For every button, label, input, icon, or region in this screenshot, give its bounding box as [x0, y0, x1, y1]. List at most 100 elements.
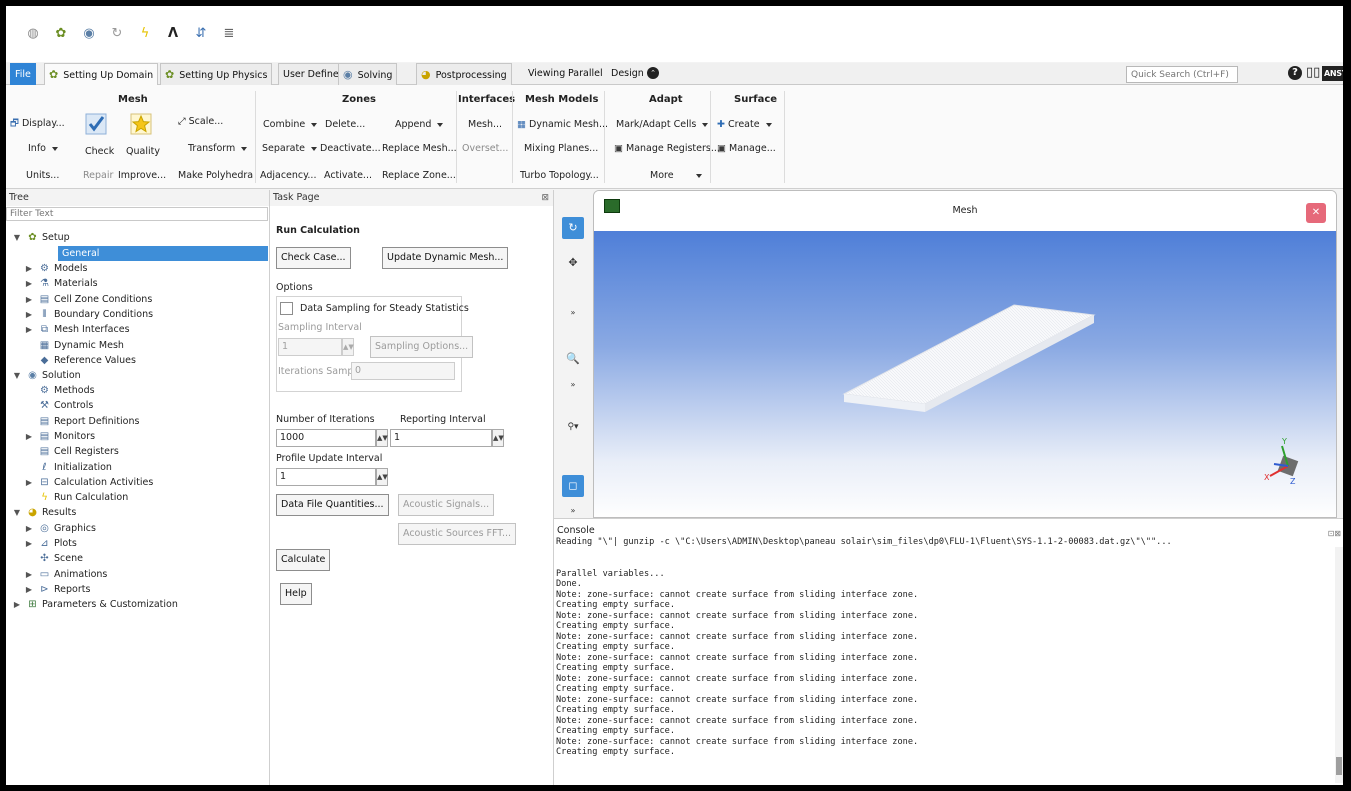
solution-icon[interactable]: ◉	[82, 27, 96, 41]
expand-icon[interactable]: ▶	[12, 597, 22, 612]
tree-item[interactable]: ▶ ⦀ Boundary Conditions	[24, 307, 153, 322]
improve-button[interactable]: Improve...	[118, 170, 166, 181]
chevron-down-icon[interactable]: »	[562, 374, 584, 396]
transform-button[interactable]: Transform	[188, 143, 253, 154]
tab-setting-up-physics[interactable]: ✿ Setting Up Physics	[160, 63, 273, 85]
chevron-down-icon[interactable]: »	[562, 302, 584, 324]
overset-button[interactable]: Overset...	[462, 143, 508, 154]
tree-item[interactable]: ϟ Run Calculation	[24, 490, 128, 505]
ribbon-collapse-icon[interactable]: ⌃	[647, 67, 659, 79]
profile-update-interval-input[interactable]: 1	[276, 468, 376, 486]
refresh-icon[interactable]: ↻	[110, 27, 124, 41]
tree-item[interactable]: ▶ ⊞ Parameters & Customization	[12, 597, 178, 612]
data-file-quantities-button[interactable]: Data File Quantities...	[276, 494, 389, 516]
parallel-icon[interactable]: ≣	[222, 27, 236, 41]
close-icon[interactable]: ✕	[1306, 203, 1326, 223]
console-output[interactable]: Reading "\"| gunzip -c \"C:\Users\ADMIN\…	[556, 537, 1326, 758]
tree-item[interactable]: ▶ ⚗ Materials	[24, 276, 98, 291]
append-button[interactable]: Append	[395, 119, 449, 130]
dynamic-mesh-button[interactable]: ▦ Dynamic Mesh...	[517, 119, 608, 130]
console-scrollbar[interactable]	[1335, 547, 1343, 783]
tab-file[interactable]: File	[10, 63, 36, 85]
expand-icon[interactable]: ▶	[24, 292, 34, 307]
tree-item[interactable]: ▶ ▭ Animations	[24, 567, 107, 582]
tree-item[interactable]: ▼ ◕ Results	[12, 505, 76, 520]
tree-item[interactable]: ▶ ▤ Cell Zone Conditions	[24, 292, 152, 307]
sampling-options-button[interactable]: Sampling Options...	[370, 336, 474, 358]
tree-item[interactable]: ▶ ⊿ Plots	[24, 536, 77, 551]
tree-item[interactable]: ▶ ⚙ Models	[24, 261, 88, 276]
expand-icon[interactable]: ▶	[24, 536, 34, 551]
expand-icon[interactable]: ▶	[24, 521, 34, 536]
collapse-icon[interactable]: ▼	[12, 368, 22, 383]
acoustic-sources-fft-button[interactable]: Acoustic Sources FFT...	[398, 523, 517, 545]
tree-item[interactable]: General	[58, 246, 268, 261]
setup-icon[interactable]: ✿	[54, 27, 68, 41]
tab-design[interactable]: Design	[607, 63, 648, 85]
help-button[interactable]: Help	[280, 583, 312, 605]
turbo-topology-button[interactable]: Turbo Topology...	[520, 170, 599, 181]
replace-zone-button[interactable]: Replace Zone...	[382, 170, 456, 181]
number-of-iterations-input[interactable]: 1000	[276, 429, 376, 447]
case-icon[interactable]: ◍	[26, 27, 40, 41]
update-dynamic-mesh-button[interactable]: Update Dynamic Mesh...	[382, 247, 509, 269]
replace-mesh-button[interactable]: Replace Mesh...	[382, 143, 457, 154]
probe-icon[interactable]: ⚲▾	[562, 416, 584, 438]
profile-update-spinner[interactable]: ▲▼	[376, 468, 388, 486]
zoom-icon[interactable]: 🔍	[562, 348, 584, 370]
sampling-interval-spinner[interactable]: ▲▼	[342, 338, 354, 356]
expand-icon[interactable]: ▶	[24, 261, 34, 276]
tree-item[interactable]: ▶ ▤ Monitors	[24, 429, 95, 444]
console-window-icons[interactable]: ⊡⊠	[1328, 529, 1341, 538]
reporting-interval-spinner[interactable]: ▲▼	[492, 429, 504, 447]
tree-item[interactable]: ℓ Initialization	[24, 460, 112, 475]
iterations-spinner[interactable]: ▲▼	[376, 429, 388, 447]
separate-button[interactable]: Separate	[262, 143, 323, 154]
collapse-icon[interactable]: ▼	[12, 230, 22, 245]
acoustic-signals-button[interactable]: Acoustic Signals...	[398, 494, 495, 516]
adjacency-button[interactable]: Adjacency...	[260, 170, 316, 181]
tab-setting-up-domain[interactable]: ✿ Setting Up Domain	[44, 63, 159, 85]
combine-button[interactable]: Combine	[263, 119, 323, 130]
tree-item[interactable]: ▼ ✿ Setup	[12, 230, 70, 245]
tree-item[interactable]: ▶ ⊟ Calculation Activities	[24, 475, 153, 490]
ansys-a-icon[interactable]: Λ	[166, 27, 180, 41]
expand-icon[interactable]: ▶	[24, 582, 34, 597]
data-sampling-checkbox[interactable]	[280, 302, 293, 315]
create-surface-button[interactable]: ✚ Create	[717, 119, 778, 130]
expand-icon[interactable]: ▶	[24, 429, 34, 444]
tree-item[interactable]: ▦ Dynamic Mesh	[24, 338, 124, 353]
check-case-button[interactable]: Check Case...	[276, 247, 351, 269]
expand-icon[interactable]: ▶	[24, 475, 34, 490]
make-polyhedra-button[interactable]: Make Polyhedra	[178, 170, 253, 181]
pan-icon[interactable]: ✥	[562, 252, 584, 274]
display-button[interactable]: 🗗 Display...	[10, 116, 65, 132]
units-button[interactable]: Units...	[26, 170, 59, 181]
collapse-icon[interactable]: ▼	[12, 505, 22, 520]
activate-button[interactable]: Activate...	[324, 170, 372, 181]
layout-icon[interactable]: ▯▯	[1306, 65, 1320, 80]
tree-item[interactable]: ▤ Cell Registers	[24, 444, 119, 459]
transfer-icon[interactable]: ⇵	[194, 27, 208, 41]
tree-item[interactable]: ✣ Scene	[24, 551, 83, 566]
graphics-window[interactable]: Mesh ✕ Y X Z	[593, 190, 1337, 518]
tab-postprocessing[interactable]: ◕ Postprocessing	[416, 63, 512, 85]
view-cube-icon[interactable]: ◻	[562, 475, 584, 497]
close-icon[interactable]: ⊠	[541, 191, 549, 206]
filter-text-input[interactable]	[6, 207, 268, 221]
tree-item[interactable]: ⚒ Controls	[24, 398, 93, 413]
sampling-interval-input[interactable]: 1	[278, 338, 342, 356]
tab-solving[interactable]: ◉ Solving	[338, 63, 398, 85]
tree-item[interactable]: ▼ ◉ Solution	[12, 368, 81, 383]
info-button[interactable]: Info	[28, 143, 64, 154]
graphics-viewport[interactable]: Y X Z	[594, 231, 1336, 517]
delete-button[interactable]: Delete...	[325, 119, 365, 130]
tree-item[interactable]: ▤ Report Definitions	[24, 414, 140, 429]
help-icon[interactable]: ?	[1288, 66, 1302, 80]
expand-icon[interactable]: ▶	[24, 307, 34, 322]
scale-button[interactable]: ⤢ Scale...	[178, 116, 223, 127]
manage-surface-button[interactable]: ▣ Manage...	[717, 143, 776, 154]
more-button[interactable]: More	[650, 170, 708, 181]
reporting-interval-input[interactable]: 1	[390, 429, 492, 447]
lightning-icon[interactable]: ϟ	[138, 27, 152, 41]
